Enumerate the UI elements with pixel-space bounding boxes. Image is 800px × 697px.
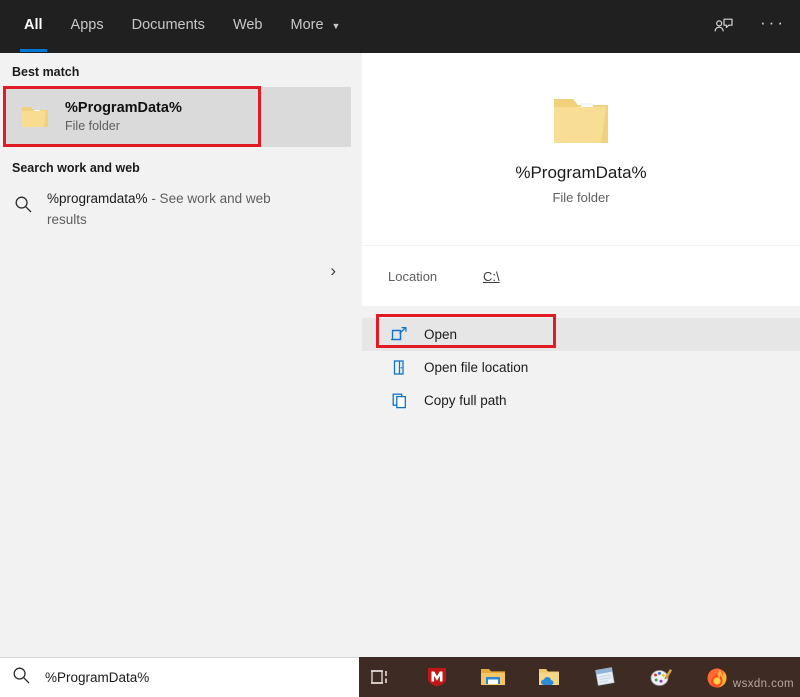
tab-all[interactable]: All bbox=[10, 4, 57, 46]
tab-active-underline bbox=[20, 49, 47, 52]
tab-more[interactable]: More ▼ bbox=[277, 4, 355, 46]
action-copy-full-path-label: Copy full path bbox=[424, 393, 507, 408]
copy-icon bbox=[390, 392, 408, 410]
person-feedback-icon[interactable] bbox=[713, 16, 734, 37]
web-result-item[interactable]: %programdata% - See work and web results… bbox=[0, 183, 362, 239]
open-folder-icon bbox=[390, 359, 408, 377]
onedrive-folder-icon[interactable] bbox=[527, 657, 571, 697]
best-match-header: Best match bbox=[0, 53, 362, 87]
sticky-notes-icon[interactable] bbox=[583, 657, 627, 697]
search-input-value[interactable]: %ProgramData% bbox=[45, 670, 149, 685]
location-row: Location C:\ bbox=[362, 246, 800, 306]
action-copy-full-path[interactable]: Copy full path bbox=[362, 384, 800, 417]
tab-documents[interactable]: Documents bbox=[118, 4, 219, 46]
taskbar-search-box[interactable]: %ProgramData% bbox=[0, 657, 359, 697]
chevron-down-icon: ▼ bbox=[332, 22, 341, 31]
action-open[interactable]: Open bbox=[362, 318, 800, 351]
mcafee-icon[interactable] bbox=[415, 657, 459, 697]
tab-apps[interactable]: Apps bbox=[57, 4, 118, 46]
location-label: Location bbox=[388, 269, 483, 284]
file-explorer-icon[interactable] bbox=[471, 657, 515, 697]
best-match-item[interactable]: %ProgramData% File folder bbox=[3, 87, 351, 147]
folder-icon-large bbox=[550, 93, 612, 147]
search-icon bbox=[12, 666, 31, 690]
tab-web[interactable]: Web bbox=[219, 4, 277, 46]
task-view-icon[interactable] bbox=[359, 657, 403, 697]
action-open-file-location[interactable]: Open file location bbox=[362, 351, 800, 384]
location-link[interactable]: C:\ bbox=[483, 269, 500, 284]
folder-icon bbox=[20, 104, 50, 130]
web-result-text: %programdata% - See work and web results bbox=[47, 189, 297, 231]
taskbar: wsxdn.com bbox=[359, 657, 800, 697]
search-tab-bar: All Apps Documents Web More ▼ bbox=[0, 0, 800, 53]
action-list: Open Open file location bbox=[362, 318, 800, 417]
tab-list: All Apps Documents Web More ▼ bbox=[10, 0, 354, 53]
tab-more-label: More bbox=[291, 17, 324, 33]
tab-bar-actions: ··· bbox=[713, 0, 786, 53]
watermark: wsxdn.com bbox=[733, 678, 794, 690]
search-work-web-header: Search work and web bbox=[0, 147, 362, 183]
tab-apps-label: Apps bbox=[71, 17, 104, 33]
action-open-file-location-label: Open file location bbox=[424, 360, 528, 375]
open-external-icon bbox=[390, 326, 408, 344]
preview-subtitle: File folder bbox=[552, 190, 609, 205]
preview-pane: %ProgramData% File folder Location C:\ bbox=[362, 53, 800, 657]
tab-web-label: Web bbox=[233, 17, 263, 33]
tab-documents-label: Documents bbox=[132, 17, 205, 33]
firefox-icon[interactable] bbox=[695, 657, 739, 697]
paint-icon[interactable] bbox=[639, 657, 683, 697]
tab-all-label: All bbox=[24, 17, 43, 33]
ellipsis-icon[interactable]: ··· bbox=[760, 13, 786, 33]
results-pane: Best match %ProgramData% Fi bbox=[0, 53, 362, 657]
best-match-title: %ProgramData% bbox=[65, 99, 182, 117]
best-match-subtitle: File folder bbox=[65, 117, 182, 135]
preview-card: %ProgramData% File folder bbox=[362, 53, 800, 245]
chevron-right-icon[interactable]: › bbox=[330, 261, 336, 281]
action-open-label: Open bbox=[424, 327, 457, 342]
search-icon bbox=[14, 195, 33, 219]
preview-title: %ProgramData% bbox=[515, 163, 646, 183]
windows-search-screen: All Apps Documents Web More ▼ bbox=[0, 0, 800, 697]
best-match-text: %ProgramData% File folder bbox=[65, 99, 182, 135]
web-result-query: %programdata% bbox=[47, 191, 148, 206]
